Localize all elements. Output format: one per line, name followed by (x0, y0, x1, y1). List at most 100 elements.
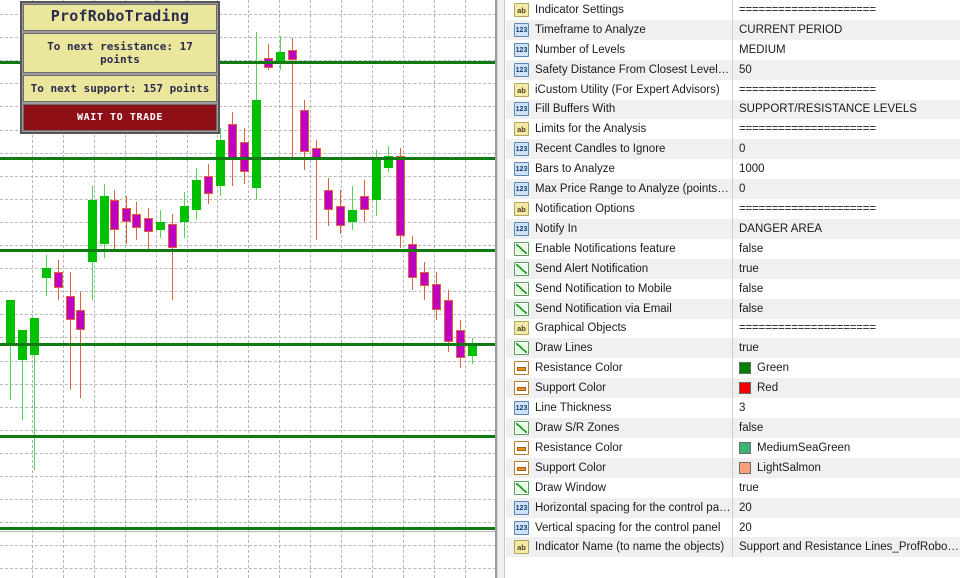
candle-body (54, 272, 63, 288)
property-name-cell: Support Color (506, 378, 733, 399)
property-row[interactable]: 123 Bars to Analyze 1000 (506, 159, 960, 180)
property-row[interactable]: Draw Lines true (506, 338, 960, 359)
candle-body (76, 310, 85, 330)
property-value-cell[interactable]: 20 (733, 522, 960, 534)
candle-body (288, 50, 297, 60)
property-label: Draw S/R Zones (535, 421, 620, 434)
resistance-level-line[interactable] (0, 527, 496, 530)
property-value-cell[interactable]: 0 (733, 183, 960, 195)
property-label: Horizontal spacing for the control panel (535, 501, 732, 514)
string-icon: ab (514, 202, 529, 217)
bool-icon (514, 301, 529, 316)
property-row[interactable]: ab Limits for the Analysis ===============… (506, 119, 960, 140)
property-value-cell[interactable]: false (733, 283, 960, 295)
property-value-cell[interactable]: MediumSeaGreen (733, 441, 960, 454)
property-row[interactable]: Send Notification to Mobile false (506, 278, 960, 299)
property-row[interactable]: 123 Horizontal spacing for the control pa… (506, 497, 960, 518)
property-row[interactable]: Resistance Color Green (506, 358, 960, 379)
candle-body (132, 214, 141, 228)
property-row[interactable]: Send Notification via Email false (506, 298, 960, 319)
property-value-cell[interactable]: CURRENT PERIOD (733, 24, 960, 36)
property-label: Graphical Objects (535, 322, 627, 335)
property-value-cell[interactable]: 3 (733, 402, 960, 414)
property-row[interactable]: Resistance Color MediumSeaGreen (506, 437, 960, 458)
property-value-cell[interactable]: 20 (733, 502, 960, 514)
resistance-level-line[interactable] (0, 343, 496, 346)
resistance-level-line[interactable] (0, 435, 496, 438)
color-swatch (739, 461, 751, 474)
resistance-level-line[interactable] (0, 157, 496, 160)
property-value-cell[interactable]: Support and Resistance Lines_ProfRoboTra… (733, 541, 960, 553)
property-row[interactable]: Support Color LightSalmon (506, 457, 960, 478)
property-row[interactable]: Enable Notifications feature false (506, 238, 960, 259)
property-value-cell[interactable]: DANGER AREA (733, 223, 960, 235)
property-row[interactable]: 123 Vertical spacing for the control pane… (506, 517, 960, 538)
property-value-cell[interactable]: true (733, 342, 960, 354)
property-value-cell[interactable]: true (733, 263, 960, 275)
property-value: ===================== (739, 83, 876, 96)
property-row[interactable]: ab Notification Options ==================… (506, 199, 960, 219)
prof-robo-trading-panel[interactable]: ProfRoboTrading To next resistance: 17 p… (20, 1, 220, 134)
property-value-cell[interactable]: MEDIUM (733, 44, 960, 56)
property-row[interactable]: 123 Recent Candles to Ignore 0 (506, 139, 960, 160)
candle-body (216, 140, 225, 186)
property-name-cell: 123 Number of Levels (506, 39, 733, 60)
property-label: Limits for the Analysis (535, 123, 647, 136)
candle-body (66, 296, 75, 320)
property-value: false (739, 282, 764, 295)
property-value: MediumSeaGreen (757, 441, 851, 454)
property-value-cell[interactable]: LightSalmon (733, 461, 960, 474)
property-row[interactable]: ab Graphical Objects ===================== (506, 318, 960, 339)
property-value: 20 (739, 501, 752, 514)
property-label: Resistance Color (535, 362, 623, 375)
bool-icon (514, 241, 529, 256)
number-icon: 123 (514, 221, 529, 236)
property-value-cell[interactable]: 0 (733, 143, 960, 155)
property-row[interactable]: ab iCustom Utility (For Expert Advisors) =… (506, 79, 960, 100)
string-icon: ab (514, 82, 529, 97)
property-row[interactable]: Support Color Red (506, 378, 960, 399)
property-row[interactable]: 123 Number of Levels MEDIUM (506, 39, 960, 60)
candle-body (192, 180, 201, 210)
property-value-cell[interactable]: Red (733, 382, 960, 395)
property-value-cell[interactable]: 50 (733, 64, 960, 76)
property-row[interactable]: 123 Line Thickness 3 (506, 398, 960, 419)
property-value-cell[interactable]: ===================== (733, 203, 960, 215)
pane-splitter[interactable] (497, 0, 505, 578)
property-row[interactable]: Send Alert Notification true (506, 258, 960, 279)
property-value: SUPPORT/RESISTANCE LEVELS (739, 103, 917, 116)
resistance-level-line[interactable] (0, 249, 496, 252)
property-row[interactable]: 123 Fill Buffers With SUPPORT/RESISTANCE L… (506, 99, 960, 120)
property-value-cell[interactable]: ===================== (733, 123, 960, 135)
number-icon: 123 (514, 102, 529, 117)
property-value-cell[interactable]: ===================== (733, 84, 960, 96)
property-label: Draw Lines (535, 342, 593, 355)
property-value-cell[interactable]: false (733, 422, 960, 434)
property-value-cell[interactable]: SUPPORT/RESISTANCE LEVELS (733, 103, 960, 115)
property-row[interactable]: 123 Safety Distance From Closest Level (p… (506, 59, 960, 80)
property-row[interactable]: Draw S/R Zones false (506, 418, 960, 438)
property-value: 50 (739, 63, 752, 76)
property-name-cell: 123 Bars to Analyze (506, 159, 733, 180)
number-icon: 123 (514, 182, 529, 197)
property-value-cell[interactable]: false (733, 243, 960, 255)
property-row[interactable]: 123 Max Price Range to Analyze (points) (… (506, 179, 960, 200)
property-name-cell: 123 Horizontal spacing for the control pa… (506, 497, 733, 518)
property-name-cell: 123 Fill Buffers With (506, 99, 733, 120)
property-row[interactable]: ab Indicator Settings ====================… (506, 0, 960, 20)
property-row[interactable]: ab Indicator Name (to name the objects) Su… (506, 537, 960, 558)
property-value-cell[interactable]: false (733, 303, 960, 315)
property-row[interactable]: 123 Timeframe to Analyze CURRENT PERIOD (506, 19, 960, 40)
candle-body (468, 346, 477, 356)
string-icon: ab (514, 122, 529, 137)
indicator-properties-list[interactable]: ab Indicator Settings ====================… (506, 0, 960, 578)
property-value-cell[interactable]: ===================== (733, 4, 960, 16)
property-row[interactable]: 123 Notify In DANGER AREA (506, 218, 960, 239)
color-icon (514, 361, 529, 376)
property-value-cell[interactable]: Green (733, 362, 960, 375)
property-row[interactable]: Draw Window true (506, 477, 960, 498)
property-value-cell[interactable]: 1000 (733, 163, 960, 175)
property-label: Line Thickness (535, 402, 612, 415)
property-value-cell[interactable]: true (733, 482, 960, 494)
property-value-cell[interactable]: ===================== (733, 322, 960, 334)
